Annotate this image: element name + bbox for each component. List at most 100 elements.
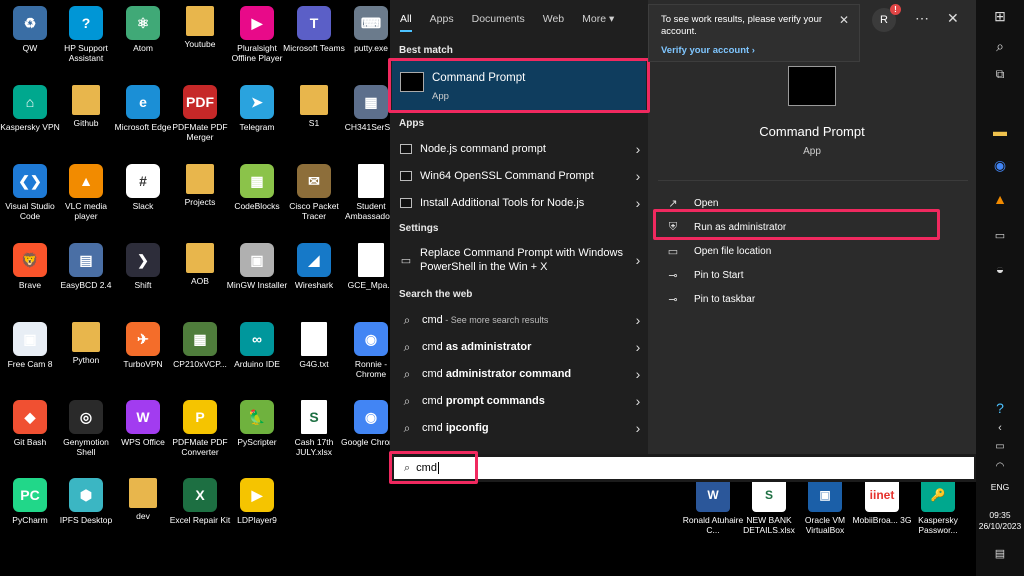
desktop-icon[interactable]: T Microsoft Teams <box>283 6 345 53</box>
windows-start-icon[interactable]: ⊞ <box>976 6 1024 26</box>
battery-icon[interactable]: ▭ <box>976 438 1024 454</box>
action-pin-to-start[interactable]: ⊸ Pin to Start <box>666 264 743 286</box>
desktop-icon[interactable]: S NEW BANK DETAILS.xlsx <box>739 478 799 535</box>
desktop-icon[interactable]: ? HP Support Assistant <box>56 6 116 63</box>
terminal-icon <box>400 171 412 181</box>
chevron-right-icon[interactable]: › <box>628 168 648 184</box>
desktop-icon-label: Wireshark <box>294 280 334 290</box>
chevron-right-icon[interactable]: › <box>628 366 648 382</box>
chrome-icon[interactable]: ◉ <box>976 154 1024 176</box>
desktop-icon[interactable]: ▶ Pluralsight Offline Player <box>227 6 287 63</box>
desktop-icon[interactable]: W WPS Office <box>113 400 173 447</box>
desktop-icon[interactable]: 🔑 Kaspersky Passwor... <box>908 478 968 535</box>
chevron-right-icon[interactable]: › <box>628 393 648 409</box>
desktop-icon[interactable]: ▶ LDPlayer9 <box>227 478 287 525</box>
search-input[interactable]: ⌕ cmd <box>394 457 974 479</box>
tab-apps[interactable]: Apps <box>430 0 454 38</box>
desktop-icon[interactable]: G4G.txt <box>284 322 344 369</box>
desktop-icon[interactable]: e Microsoft Edge <box>113 85 173 132</box>
desktop-icon[interactable]: ❯ Shift <box>113 243 173 290</box>
desktop-icon[interactable]: AOB <box>170 243 230 286</box>
desktop-icon[interactable]: ⌂ Kaspersky VPN <box>0 85 60 132</box>
desktop-icon[interactable]: Github <box>56 85 116 128</box>
desktop-icon[interactable]: P PDFMate PDF Converter <box>170 400 230 457</box>
desktop-icon[interactable]: ▣ Free Cam 8 <box>0 322 60 369</box>
tab-more[interactable]: More ▾ <box>582 0 614 38</box>
desktop-icon[interactable]: ❮❯ Visual Studio Code <box>0 164 60 221</box>
desktop-icon[interactable]: S Cash 17th JULY.xlsx <box>284 400 344 457</box>
notifications-icon[interactable]: ▤ <box>976 544 1024 562</box>
web-result-suggestion: ipconfig <box>445 422 489 434</box>
desktop-icon[interactable]: iinet MobiiBroa... 3G <box>852 478 912 525</box>
action-open-file-location[interactable]: ▭ Open file location <box>666 240 771 262</box>
desktop-icon[interactable]: ◢ Wireshark <box>284 243 344 290</box>
action-open[interactable]: ↗ Open <box>666 192 718 214</box>
desktop-icon[interactable]: Projects <box>170 164 230 207</box>
task-view-icon[interactable]: ⧉ <box>976 64 1024 84</box>
verify-account-link[interactable]: Verify your account › <box>661 45 755 56</box>
action-run-as-administrator[interactable]: ⛨ Run as administrator <box>666 216 786 238</box>
freecam-icon: ▣ <box>13 322 47 356</box>
language-indicator[interactable]: ENG <box>976 482 1024 492</box>
settings-result-powershell[interactable]: ▭ Replace Command Prompt with Windows Po… <box>390 242 648 278</box>
desktop-icon[interactable]: ✉ Cisco Packet Tracer <box>284 164 344 221</box>
app-result-openssl[interactable]: Win64 OpenSSL Command Prompt › <box>390 163 648 189</box>
desktop-icon[interactable]: ♻ QW <box>0 6 60 53</box>
desktop-icon[interactable]: 🦁 Brave <box>0 243 60 290</box>
desktop-icon[interactable]: ▤ EasyBCD 2.4 <box>56 243 116 290</box>
web-result-cmd[interactable]: ⌕ cmd - See more search results › <box>390 307 648 333</box>
desktop-icon[interactable]: ∞ Arduino IDE <box>227 322 287 369</box>
desktop-icon[interactable]: ▦ CodeBlocks <box>227 164 287 211</box>
app-result-node-tools[interactable]: Install Additional Tools for Node.js › <box>390 190 648 216</box>
desktop-icon[interactable]: ▣ Oracle VM VirtualBox <box>795 478 855 535</box>
chevron-right-icon[interactable]: › <box>628 195 648 211</box>
desktop-icon[interactable]: # Slack <box>113 164 173 211</box>
desktop-icon[interactable]: ◎ Genymotion Shell <box>56 400 116 457</box>
desktop-icon[interactable]: ▲ VLC media player <box>56 164 116 221</box>
help-icon[interactable]: ? <box>976 398 1024 418</box>
clock-date[interactable]: 26/10/2023 <box>976 521 1024 531</box>
desktop-icon[interactable]: ⚛ Atom <box>113 6 173 53</box>
chevron-right-icon[interactable]: › <box>628 420 648 436</box>
tab-all[interactable]: All <box>400 0 412 38</box>
web-result-as-admin[interactable]: ⌕ cmd as administrator › <box>390 334 648 360</box>
desktop-icon[interactable]: PC PyCharm <box>0 478 60 525</box>
web-result-ipconfig[interactable]: ⌕ cmd ipconfig › <box>390 415 648 441</box>
wifi-icon[interactable]: ◠ <box>976 458 1024 474</box>
chevron-up-icon[interactable]: ‹ <box>976 420 1024 436</box>
chevron-right-icon[interactable]: › <box>628 312 648 328</box>
close-icon[interactable]: ✕ <box>947 10 959 27</box>
terminal-icon[interactable]: ▭ <box>976 224 1024 246</box>
tab-web[interactable]: Web <box>543 0 564 38</box>
more-options-icon[interactable]: ⋯ <box>915 10 929 27</box>
desktop-icon[interactable]: X Excel Repair Kit <box>170 478 230 525</box>
desktop-icon[interactable]: 🦜 PyScripter <box>227 400 287 447</box>
chevron-right-icon[interactable]: › <box>628 339 648 355</box>
close-icon[interactable]: ✕ <box>839 13 849 27</box>
desktop-icon[interactable]: ▦ CP210xVCP... <box>170 322 230 369</box>
vlc-icon[interactable]: ▲ <box>976 188 1024 210</box>
desktop-icon[interactable]: ◆ Git Bash <box>0 400 60 447</box>
desktop-icon[interactable]: PDF PDFMate PDF Merger <box>170 85 230 142</box>
desktop-icon[interactable]: ⬢ IPFS Desktop <box>56 478 116 525</box>
desktop-icon[interactable]: S1 <box>284 85 344 128</box>
search-icon[interactable]: ⌕ <box>976 36 1024 56</box>
desktop-icon[interactable]: W Ronald Atuhaire C... <box>683 478 743 535</box>
desktop-icon[interactable]: ➤ Telegram <box>227 85 287 132</box>
app-result-nodejs[interactable]: Node.js command prompt › <box>390 136 648 162</box>
web-result-admin-command[interactable]: ⌕ cmd administrator command › <box>390 361 648 387</box>
web-result-prompt-commands[interactable]: ⌕ cmd prompt commands › <box>390 388 648 414</box>
desktop-icon[interactable]: ▣ MinGW Installer <box>227 243 287 290</box>
file-explorer-icon[interactable]: ▬ <box>976 120 1024 142</box>
chevron-right-icon[interactable]: › <box>628 252 648 268</box>
action-pin-to-taskbar[interactable]: ⊸ Pin to taskbar <box>666 288 755 310</box>
tab-documents[interactable]: Documents <box>472 0 525 38</box>
chevron-right-icon[interactable]: › <box>628 141 648 157</box>
desktop-icon[interactable]: Python <box>56 322 116 365</box>
clock-time[interactable]: 09:35 <box>976 510 1024 520</box>
desktop-icon[interactable]: Youtube <box>170 6 230 49</box>
document-icon <box>301 322 327 356</box>
network-drive-icon[interactable]: ◒ <box>976 258 1024 280</box>
desktop-icon[interactable]: dev <box>113 478 173 521</box>
desktop-icon[interactable]: ✈ TurboVPN <box>113 322 173 369</box>
